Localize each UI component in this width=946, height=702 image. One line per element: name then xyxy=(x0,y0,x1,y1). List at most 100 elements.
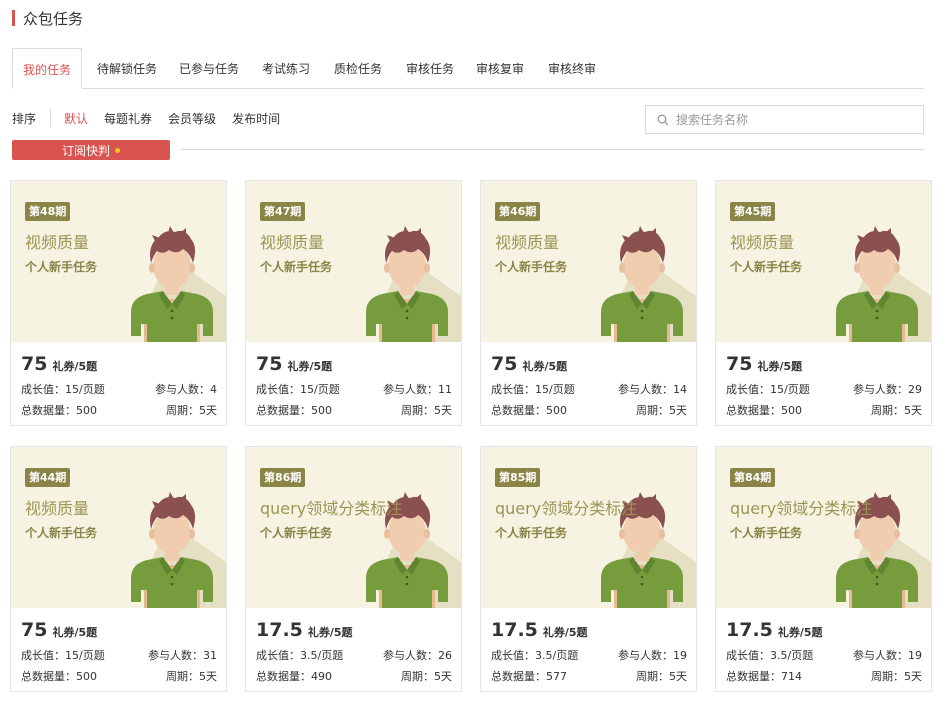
sort-option-reward[interactable]: 每题礼券 xyxy=(104,110,152,127)
task-cycle: 周期：5天 xyxy=(401,670,452,683)
task-cycle: 周期：5天 xyxy=(636,404,687,417)
reward-amount: 75 xyxy=(21,619,48,641)
task-title: 视频质量 xyxy=(495,233,560,252)
task-card[interactable]: 第85期 query领域分类标注 个人新手任务 17.5 礼券/5题 成长值：3… xyxy=(480,446,697,692)
search-box xyxy=(645,105,924,134)
tab-exam-practice[interactable]: 考试练习 xyxy=(256,48,316,89)
task-banner: 第47期 视频质量 个人新手任务 xyxy=(246,181,461,342)
sort-option-default[interactable]: 默认 xyxy=(64,110,88,127)
sort-bar: 排序 默认 每题礼券 会员等级 发布时间 xyxy=(12,108,296,128)
reward-amount: 17.5 xyxy=(726,619,773,641)
period-badge: 第45期 xyxy=(730,202,776,221)
period-badge: 第48期 xyxy=(25,202,71,221)
task-cycle: 周期：5天 xyxy=(166,404,217,417)
tab-review[interactable]: 审核任务 xyxy=(400,48,460,89)
task-card[interactable]: 第84期 query领域分类标注 个人新手任务 17.5 礼券/5题 成长值：3… xyxy=(715,446,932,692)
sort-option-publish-time[interactable]: 发布时间 xyxy=(232,110,280,127)
total-data-amount: 总数据量：490 xyxy=(256,670,332,683)
tab-quality-check[interactable]: 质检任务 xyxy=(328,48,388,89)
avatar-illustration xyxy=(836,226,931,342)
tab-review-final[interactable]: 审核终审 xyxy=(542,48,602,89)
reward: 75 礼券/5题 xyxy=(21,353,217,375)
task-card[interactable]: 第45期 视频质量 个人新手任务 75 礼券/5题 成长值：15/页题 参与人数… xyxy=(715,180,932,426)
task-title: 视频质量 xyxy=(25,499,90,518)
task-cycle: 周期：5天 xyxy=(636,670,687,683)
task-card[interactable]: 第47期 视频质量 个人新手任务 75 礼券/5题 成长值：15/页题 参与人数… xyxy=(245,180,462,426)
total-data-amount: 总数据量：500 xyxy=(256,404,332,417)
period-badge: 第85期 xyxy=(495,468,541,487)
task-info: 75 礼券/5题 成长值：15/页题 参与人数：31 总数据量：500 周期：5… xyxy=(21,619,217,684)
total-data-amount: 总数据量：500 xyxy=(726,404,802,417)
reward: 17.5 礼券/5题 xyxy=(256,619,452,641)
growth-value: 成长值：3.5/页题 xyxy=(256,649,344,662)
search-input[interactable] xyxy=(676,112,923,127)
stats-row: 成长值：15/页题 参与人数：29 xyxy=(726,381,922,397)
reward-unit: 礼券/5题 xyxy=(52,360,98,373)
period-badge: 第47期 xyxy=(260,202,306,221)
tab-review-recheck[interactable]: 审核复审 xyxy=(470,48,530,89)
stats-row: 成长值：15/页题 参与人数：4 xyxy=(21,381,217,397)
reward-unit: 礼券/5题 xyxy=(287,360,333,373)
avatar-illustration xyxy=(366,226,461,342)
page-title-text: 众包任务 xyxy=(23,9,84,28)
tab-to-unlock[interactable]: 待解锁任务 xyxy=(92,48,162,89)
subscribe-label: 订阅快判 xyxy=(61,143,110,158)
participant-count: 参与人数：26 xyxy=(383,649,452,662)
participant-count: 参与人数：19 xyxy=(618,649,687,662)
task-subtitle: 个人新手任务 xyxy=(730,526,803,540)
stats-row: 总数据量：714 周期：5天 xyxy=(726,668,922,684)
task-banner: 第84期 query领域分类标注 个人新手任务 xyxy=(716,447,931,608)
reward-amount: 75 xyxy=(726,353,753,375)
reward: 75 礼券/5题 xyxy=(726,353,922,375)
growth-value: 成长值：15/页题 xyxy=(491,383,575,396)
stats-row: 成长值：15/页题 参与人数：11 xyxy=(256,381,452,397)
avatar-illustration xyxy=(131,226,226,342)
task-cycle: 周期：5天 xyxy=(401,404,452,417)
growth-value: 成长值：15/页题 xyxy=(21,649,105,662)
task-subtitle: 个人新手任务 xyxy=(495,260,568,274)
reward: 75 礼券/5题 xyxy=(256,353,452,375)
stats-row: 成长值：3.5/页题 参与人数：19 xyxy=(491,647,687,663)
total-data-amount: 总数据量：500 xyxy=(21,670,97,683)
period-badge: 第86期 xyxy=(260,468,306,487)
reward-amount: 75 xyxy=(256,353,283,375)
task-card[interactable]: 第44期 视频质量 个人新手任务 75 礼券/5题 成长值：15/页题 参与人数… xyxy=(10,446,227,692)
stats-row: 总数据量：500 周期：5天 xyxy=(21,402,217,418)
period-badge: 第84期 xyxy=(730,468,776,487)
task-title: query领域分类标注 xyxy=(495,499,638,518)
reward-amount: 17.5 xyxy=(491,619,538,641)
task-card[interactable]: 第86期 query领域分类标注 个人新手任务 17.5 礼券/5题 成长值：3… xyxy=(245,446,462,692)
subscribe-quick-judge-button[interactable]: 订阅快判 xyxy=(12,140,170,160)
participant-count: 参与人数：29 xyxy=(853,383,922,396)
period-badge: 第44期 xyxy=(25,468,71,487)
reward: 17.5 礼券/5题 xyxy=(726,619,922,641)
notification-dot xyxy=(115,147,120,153)
reward-unit: 礼券/5题 xyxy=(542,626,588,639)
stats-row: 总数据量：500 周期：5天 xyxy=(726,402,922,418)
sort-option-member-level[interactable]: 会员等级 xyxy=(168,110,216,127)
task-cycle: 周期：5天 xyxy=(166,670,217,683)
growth-value: 成长值：15/页题 xyxy=(256,383,340,396)
task-banner: 第45期 视频质量 个人新手任务 xyxy=(716,181,931,342)
task-banner: 第44期 视频质量 个人新手任务 xyxy=(11,447,226,608)
participant-count: 参与人数：14 xyxy=(618,383,687,396)
stats-row: 总数据量：500 周期：5天 xyxy=(256,402,452,418)
task-card[interactable]: 第46期 视频质量 个人新手任务 75 礼券/5题 成长值：15/页题 参与人数… xyxy=(480,180,697,426)
task-info: 75 礼券/5题 成长值：15/页题 参与人数：4 总数据量：500 周期：5天 xyxy=(21,353,217,418)
task-subtitle: 个人新手任务 xyxy=(25,260,98,274)
total-data-amount: 总数据量：577 xyxy=(491,670,567,683)
reward-unit: 礼券/5题 xyxy=(307,626,353,639)
task-cycle: 周期：5天 xyxy=(871,670,922,683)
task-card[interactable]: 第48期 视频质量 个人新手任务 75 礼券/5题 成长值：15/页题 参与人数… xyxy=(10,180,227,426)
growth-value: 成长值：3.5/页题 xyxy=(491,649,579,662)
task-info: 17.5 礼券/5题 成长值：3.5/页题 参与人数：19 总数据量：714 周… xyxy=(726,619,922,684)
task-info: 17.5 礼券/5题 成长值：3.5/页题 参与人数：19 总数据量：577 周… xyxy=(491,619,687,684)
reward-unit: 礼券/5题 xyxy=(757,360,803,373)
task-subtitle: 个人新手任务 xyxy=(260,260,333,274)
task-banner: 第85期 query领域分类标注 个人新手任务 xyxy=(481,447,696,608)
participant-count: 参与人数：11 xyxy=(383,383,452,396)
participant-count: 参与人数：4 xyxy=(155,383,217,396)
tab-joined[interactable]: 已参与任务 xyxy=(174,48,244,89)
sort-label: 排序 xyxy=(12,111,37,126)
tab-my-tasks[interactable]: 我的任务 xyxy=(12,48,82,89)
